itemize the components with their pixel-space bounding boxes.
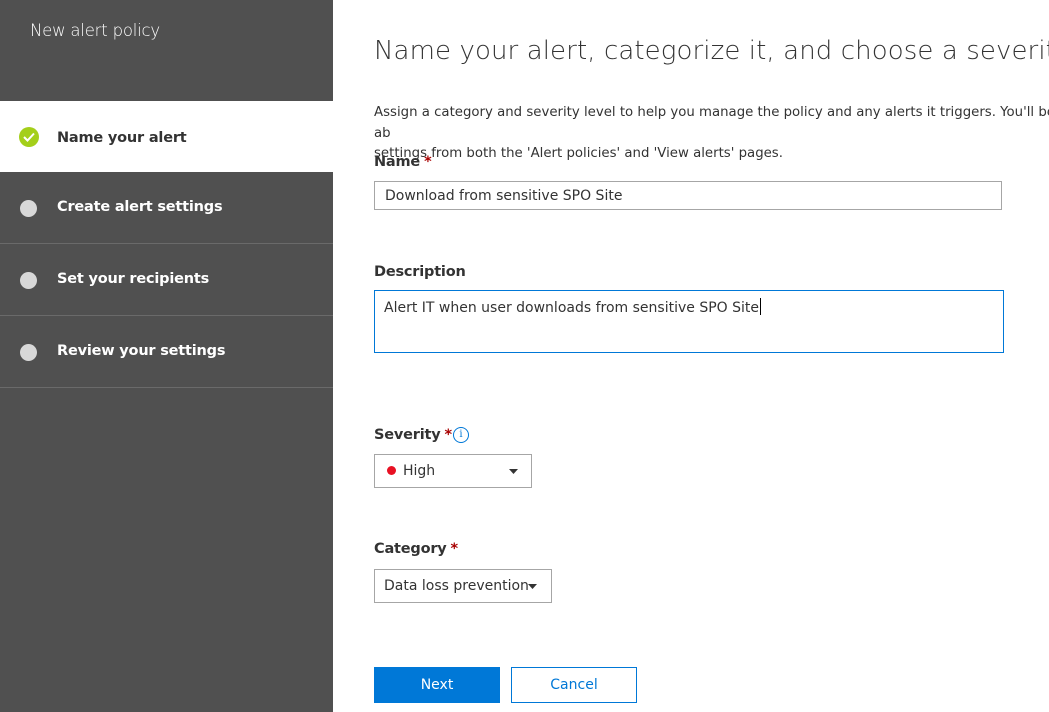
severity-label: Severity * xyxy=(374,427,452,443)
severity-dropdown[interactable]: High xyxy=(374,454,532,488)
category-value: Data loss prevention xyxy=(384,578,529,594)
severity-high-dot-icon xyxy=(387,466,396,475)
name-input[interactable]: Download from sensitive SPO Site xyxy=(374,181,1002,210)
intro-text: Assign a category and severity level to … xyxy=(374,105,1049,161)
severity-value: High xyxy=(403,463,436,479)
category-dropdown[interactable]: Data loss prevention xyxy=(374,569,552,603)
next-button[interactable]: Next xyxy=(374,667,500,703)
chevron-down-icon xyxy=(509,469,518,474)
name-label: Name * xyxy=(374,154,432,170)
step-label: Name your alert xyxy=(57,130,187,146)
wizard-steps: Name your alert Create alert settings Se… xyxy=(0,101,333,388)
pending-circle-icon xyxy=(20,344,37,361)
required-marker: * xyxy=(444,427,452,443)
required-marker: * xyxy=(450,541,459,557)
info-icon[interactable]: i xyxy=(453,427,469,443)
check-circle-icon xyxy=(19,127,39,147)
category-label: Category * xyxy=(374,541,458,557)
chevron-down-icon xyxy=(528,584,537,589)
step-label: Set your recipients xyxy=(57,271,210,287)
pending-circle-icon xyxy=(20,200,37,217)
wizard-sidebar: New alert policy Name your alert Create … xyxy=(0,0,333,712)
step-label: Review your settings xyxy=(57,343,226,359)
page-title: Name your alert, categorize it, and choo… xyxy=(374,36,1049,66)
pending-circle-icon xyxy=(20,272,37,289)
step-set-your-recipients[interactable]: Set your recipients xyxy=(0,244,333,316)
description-textarea[interactable]: Alert IT when user downloads from sensit… xyxy=(374,290,1004,353)
description-label: Description xyxy=(374,264,466,280)
cancel-button[interactable]: Cancel xyxy=(511,667,637,703)
step-create-alert-settings[interactable]: Create alert settings xyxy=(0,172,333,244)
text-caret xyxy=(760,298,761,315)
step-name-your-alert[interactable]: Name your alert xyxy=(0,101,333,172)
step-label: Create alert settings xyxy=(57,199,223,215)
description-value: Alert IT when user downloads from sensit… xyxy=(384,300,759,316)
required-marker: * xyxy=(424,154,432,170)
wizard-title: New alert policy xyxy=(30,21,160,40)
step-review-your-settings[interactable]: Review your settings xyxy=(0,316,333,388)
